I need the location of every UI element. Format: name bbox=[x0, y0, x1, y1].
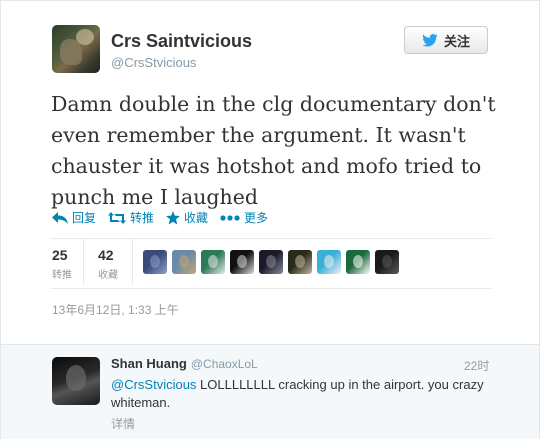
reply-tweet: Shan Huang @ChaoxLoL 22时 @CrsStvicious LO… bbox=[1, 344, 539, 439]
author-handle[interactable]: @CrsStvicious bbox=[111, 55, 196, 70]
author-name[interactable]: Crs Saintvicious bbox=[111, 31, 252, 52]
retweet-icon bbox=[108, 211, 127, 224]
favoriter-avatar[interactable] bbox=[317, 250, 341, 274]
stat-divider bbox=[132, 239, 133, 285]
tweet-text: Damn double in the clg documentary don't… bbox=[51, 92, 496, 209]
more-dots-icon bbox=[220, 214, 240, 221]
reply-author[interactable]: Shan Huang @ChaoxLoL bbox=[111, 356, 258, 371]
twitter-bird-icon bbox=[422, 33, 438, 47]
follow-label: 关注 bbox=[443, 33, 470, 49]
reply-icon bbox=[52, 211, 68, 224]
favorite-action[interactable]: 收藏 bbox=[166, 209, 208, 226]
favoriter-avatar[interactable] bbox=[288, 250, 312, 274]
tweet-actions: 回复 转推 收藏 更多 bbox=[52, 209, 280, 226]
more-action[interactable]: 更多 bbox=[220, 209, 268, 226]
favorite-count[interactable]: 42 收藏 bbox=[98, 247, 134, 281]
favorite-count-label: 收藏 bbox=[98, 270, 118, 281]
divider bbox=[51, 288, 491, 289]
favoriter-avatar[interactable] bbox=[143, 250, 167, 274]
reply-text: @CrsStvicious LOLLLLLLLL cracking up in … bbox=[111, 376, 506, 412]
follow-button[interactable]: 关注 bbox=[404, 26, 488, 54]
favoriter-avatar[interactable] bbox=[346, 250, 370, 274]
favorite-count-value: 42 bbox=[98, 247, 114, 263]
favoriter-avatars bbox=[143, 250, 404, 274]
divider bbox=[51, 238, 491, 239]
tweet-timestamp[interactable]: 13年6月12日, 1:33 上午 bbox=[52, 301, 179, 318]
reply-author-name[interactable]: Shan Huang bbox=[111, 356, 187, 371]
reply-author-handle[interactable]: @ChaoxLoL bbox=[191, 357, 258, 371]
favoriter-avatar[interactable] bbox=[375, 250, 399, 274]
reply-author-avatar[interactable] bbox=[52, 357, 100, 405]
author-avatar[interactable] bbox=[52, 25, 100, 73]
reply-details-link[interactable]: 详情 bbox=[111, 415, 135, 432]
reply-label: 回复 bbox=[72, 211, 97, 225]
favorite-label: 收藏 bbox=[184, 211, 209, 225]
tweet-card: Crs Saintvicious @CrsStvicious 关注 Damn d… bbox=[0, 0, 540, 439]
reply-action[interactable]: 回复 bbox=[52, 209, 96, 226]
reply-time[interactable]: 22时 bbox=[464, 357, 489, 374]
star-icon bbox=[166, 210, 181, 224]
favoriter-avatar[interactable] bbox=[201, 250, 225, 274]
favoriter-avatar[interactable] bbox=[259, 250, 283, 274]
more-label: 更多 bbox=[244, 211, 269, 225]
retweet-action[interactable]: 转推 bbox=[108, 209, 154, 226]
favoriter-avatar[interactable] bbox=[230, 250, 254, 274]
reply-mention-link[interactable]: @CrsStvicious bbox=[111, 377, 196, 392]
favoriter-avatar[interactable] bbox=[172, 250, 196, 274]
stat-divider bbox=[83, 239, 84, 285]
retweet-label: 转推 bbox=[130, 211, 155, 225]
tweet-stats: 25 转推 42 收藏 bbox=[52, 247, 142, 281]
